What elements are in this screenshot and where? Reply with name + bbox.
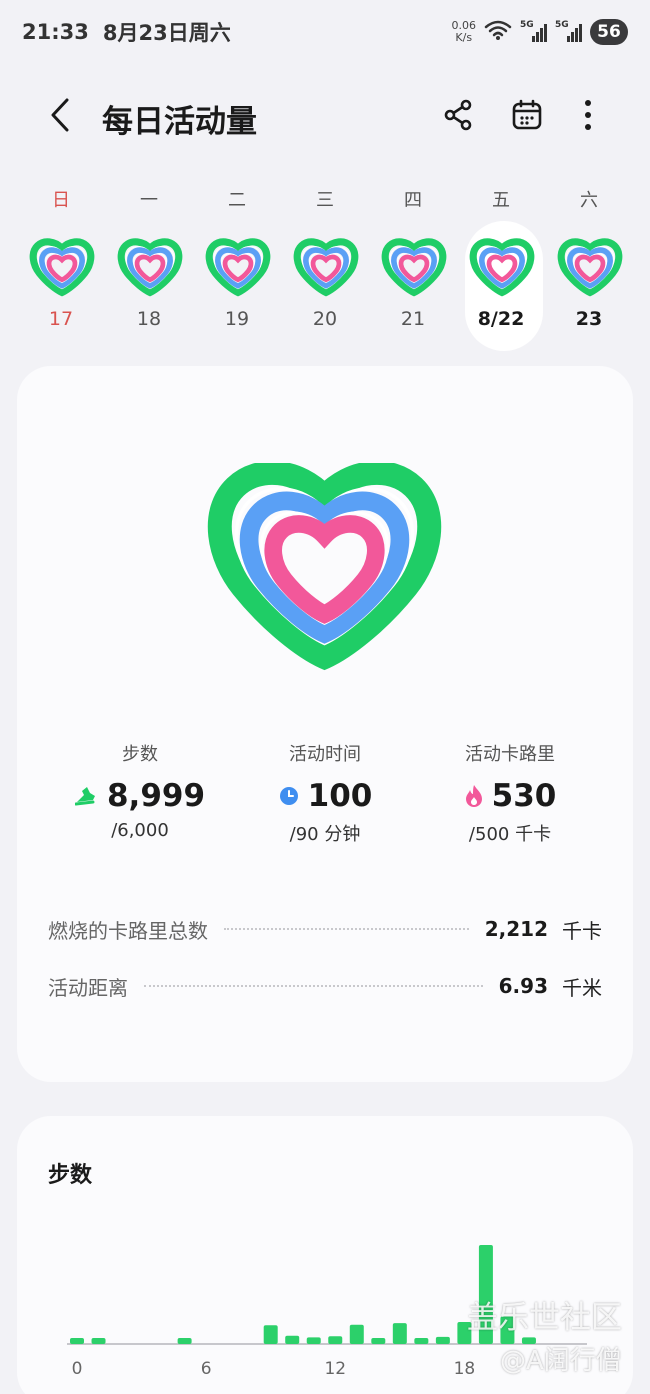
activity-heart-icon bbox=[29, 238, 95, 297]
status-time: 21:33 bbox=[22, 20, 89, 44]
clock-icon bbox=[279, 787, 298, 805]
steps-bar-hour-11 bbox=[306, 1337, 321, 1344]
day-item-fri-selected[interactable]: 五 8/22 bbox=[457, 180, 545, 352]
steps-bar-hour-9 bbox=[263, 1325, 278, 1344]
weekday-label: 二 bbox=[228, 190, 246, 211]
back-button[interactable] bbox=[40, 93, 80, 137]
back-arrow-icon bbox=[51, 98, 69, 132]
active-time-stat: 活动时间 100 /90 分钟 bbox=[225, 740, 425, 846]
app-header: 每日活动量 bbox=[0, 80, 650, 150]
distance-value: 6.93 bbox=[498, 974, 548, 998]
steps-bar-hour-17 bbox=[435, 1336, 450, 1344]
calendar-button[interactable] bbox=[507, 95, 547, 135]
active-time-goal: /90 分钟 bbox=[289, 824, 361, 845]
more-vertical-icon bbox=[585, 100, 591, 130]
wifi-icon bbox=[484, 19, 512, 45]
steps-goal: /6,000 bbox=[111, 820, 169, 841]
steps-stat: 步数 8,999 /6,000 bbox=[40, 740, 240, 841]
calendar-icon bbox=[512, 99, 542, 130]
watermark-author: @A阔行僧 bbox=[500, 1346, 622, 1376]
steps-bar-hour-5 bbox=[177, 1337, 192, 1344]
distance-label: 活动距离 bbox=[48, 975, 128, 1000]
day-item-sat[interactable]: 六 23 bbox=[545, 180, 633, 352]
day-item-wed[interactable]: 三 20 bbox=[281, 180, 369, 352]
battery-indicator: 56 bbox=[590, 19, 628, 45]
dotted-leader bbox=[224, 928, 469, 930]
steps-bar-hour-12 bbox=[328, 1336, 343, 1344]
day-number: 23 bbox=[575, 308, 603, 330]
active-calories-label: 活动卡路里 bbox=[465, 744, 555, 765]
activity-rings-heart bbox=[207, 463, 442, 671]
weekday-label: 五 bbox=[492, 190, 510, 211]
week-selector: 日 17 一 18 二 19 三 20 四 21 五 8/22 六 23 bbox=[17, 180, 633, 352]
activity-heart-icon bbox=[205, 238, 271, 297]
status-date: 8月23日周六 bbox=[102, 21, 231, 45]
active-time-value: 100 bbox=[307, 778, 373, 814]
steps-bar-hour-1 bbox=[91, 1337, 106, 1344]
cell-signal-1-icon: 5G bbox=[520, 20, 547, 42]
flame-icon bbox=[465, 785, 482, 807]
total-calories-unit: 千卡 bbox=[562, 918, 602, 943]
share-icon bbox=[444, 99, 472, 131]
active-calories-goal: /500 千卡 bbox=[468, 824, 552, 845]
active-calories-stat: 活动卡路里 530 /500 千卡 bbox=[410, 740, 610, 846]
total-calories-value: 2,212 bbox=[484, 917, 548, 941]
watermark-community: 盖乐世社区 bbox=[467, 1300, 622, 1336]
steps-value: 8,999 bbox=[106, 778, 206, 814]
activity-heart-icon bbox=[469, 238, 535, 297]
total-calories-row: 燃烧的卡路里总数 2,212 千卡 bbox=[48, 914, 602, 944]
day-number: 20 bbox=[312, 308, 338, 330]
x-tick-label: 0 bbox=[72, 1359, 83, 1379]
day-number: 17 bbox=[48, 308, 74, 330]
status-bar: 21:33 8月23日周六 0.06 K/s 5G 5G 56 bbox=[0, 0, 650, 64]
x-tick-label: 18 bbox=[454, 1359, 476, 1379]
weekday-label: 一 bbox=[140, 190, 158, 211]
cell-signal-1-label: 5G bbox=[520, 20, 534, 30]
activity-heart-icon bbox=[293, 238, 359, 297]
activity-heart-icon bbox=[117, 238, 183, 297]
steps-bar-hour-10 bbox=[285, 1335, 300, 1344]
active-calories-value: 530 bbox=[491, 778, 557, 814]
more-options-button[interactable] bbox=[568, 95, 608, 135]
steps-bar-hour-0 bbox=[70, 1337, 84, 1344]
day-number: 8/22 bbox=[477, 308, 525, 330]
active-time-label: 活动时间 bbox=[289, 744, 361, 765]
day-number: 19 bbox=[224, 308, 250, 330]
steps-bar-hour-13 bbox=[349, 1324, 364, 1344]
page-title: 每日活动量 bbox=[102, 104, 257, 140]
dotted-leader bbox=[144, 985, 483, 987]
network-speed-unit: K/s bbox=[455, 31, 473, 44]
day-item-thu[interactable]: 四 21 bbox=[369, 180, 457, 352]
day-item-tue[interactable]: 二 19 bbox=[193, 180, 281, 352]
activity-heart-icon bbox=[381, 238, 447, 297]
day-item-sun[interactable]: 日 17 bbox=[17, 180, 105, 352]
cell-signal-2-label: 5G bbox=[555, 20, 569, 30]
steps-label: 步数 bbox=[122, 744, 158, 765]
activity-heart-icon bbox=[557, 238, 623, 297]
day-number: 18 bbox=[136, 308, 162, 330]
distance-unit: 千米 bbox=[562, 975, 602, 1000]
weekday-label: 三 bbox=[316, 190, 334, 211]
x-tick-label: 12 bbox=[324, 1359, 346, 1379]
day-item-mon[interactable]: 一 18 bbox=[105, 180, 193, 352]
steps-bar-hour-14 bbox=[371, 1337, 386, 1344]
steps-bar-hour-15 bbox=[392, 1323, 407, 1344]
total-calories-label: 燃烧的卡路里总数 bbox=[48, 918, 208, 943]
distance-row: 活动距离 6.93 千米 bbox=[48, 971, 602, 1001]
network-speed: 0.06 K/s bbox=[452, 20, 477, 44]
shoe-icon bbox=[74, 787, 95, 806]
day-number: 21 bbox=[400, 308, 426, 330]
x-tick-label: 6 bbox=[201, 1359, 212, 1379]
weekday-label: 六 bbox=[580, 190, 598, 211]
weekday-label: 四 bbox=[404, 190, 422, 211]
status-icons: 0.06 K/s 5G 5G 56 bbox=[452, 19, 628, 45]
activity-summary-card: 步数 8,999 /6,000 活动时间 100 /90 分钟 活动卡路里 53… bbox=[17, 366, 633, 1082]
steps-bar-hour-16 bbox=[414, 1337, 429, 1344]
cell-signal-2-icon: 5G bbox=[555, 20, 582, 42]
share-button[interactable] bbox=[438, 95, 478, 135]
weekday-label: 日 bbox=[52, 190, 70, 211]
